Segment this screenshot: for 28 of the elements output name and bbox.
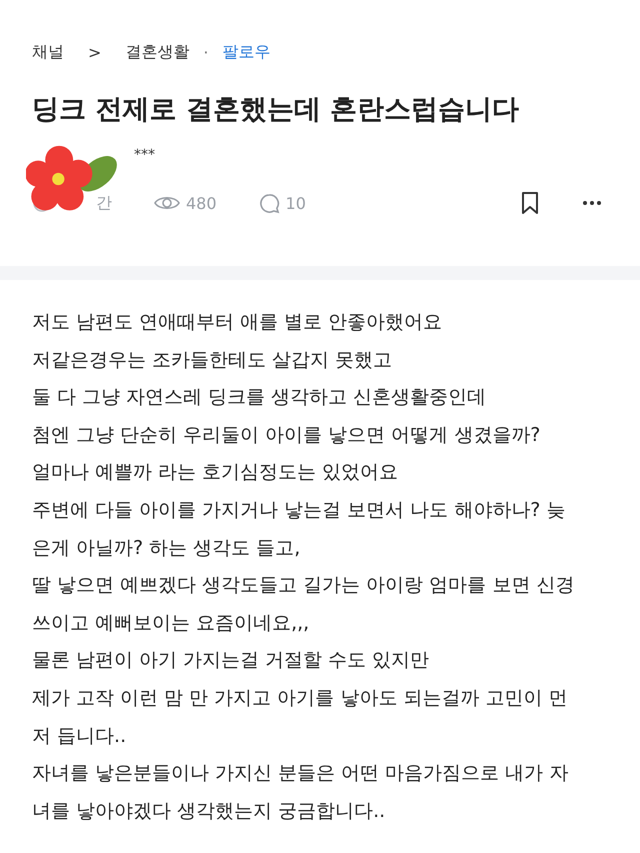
body-text-line: 자녀를 낳은분들이나 가지신 분들은 어떤 마음가짐으로 내가 자: [32, 761, 570, 786]
body-text-line: 제가 고작 이런 맘 만 가지고 아기를 낳아도 되는걸까 고민이 먼: [32, 686, 568, 711]
author-name: ***: [134, 147, 155, 163]
breadcrumb-link[interactable]: 결혼생활: [125, 42, 190, 62]
body-text-line: 저도 남편도 연애때부터 애를 별로 안좋아했어요: [32, 310, 444, 335]
body-text-line: 둘 다 그냥 자연스레 딩크를 생각하고 신혼생활중인데: [32, 385, 488, 410]
breadcrumb-link[interactable]: 채널: [32, 42, 64, 62]
eye-icon: [154, 194, 180, 212]
body-text-line: 주변에 다들 아이를 가지거나 낳는걸 보면서 나도 해야하나? 늦: [32, 498, 566, 523]
follow-link[interactable]: 팔로우: [222, 42, 270, 62]
dot-separator: ·: [203, 42, 208, 62]
post-time: 간: [96, 192, 112, 214]
bookmark-icon[interactable]: [520, 191, 540, 215]
body-text-line: 녀를 낳아야겠다 생각했는지 궁금합니다..: [32, 798, 386, 824]
body-text-line: 저 듭니다..: [32, 724, 128, 749]
body-text-line: 딸 낳으면 예쁘겠다 생각도들고 길가는 아이랑 엄마를 보면 신경: [32, 573, 576, 598]
comment-count: 10: [286, 194, 306, 212]
view-count: 480: [186, 194, 217, 212]
breadcrumb-separator: >: [88, 42, 102, 62]
body-text-line: 물론 남편이 아기 가지는걸 거절할 수도 있지만: [32, 648, 430, 674]
post-title: 딩크 전제로 결혼했는데 혼란스럽습니다: [32, 93, 520, 127]
comment-icon: [258, 192, 280, 214]
body-text-line: 첨엔 그냥 단순히 우리둘이 아이를 낳으면 어떻게 생겼을까?: [32, 422, 542, 448]
body-text-line: 쓰이고 예뻐보이는 요즘이네요,,,: [32, 610, 310, 636]
more-icon[interactable]: [582, 200, 602, 206]
body-text-line: 얼마나 예쁠까 라는 호기심정도는 있었어요: [32, 460, 400, 486]
body-text-line: 저같은경우는 조카들한테도 살갑지 못했고: [32, 348, 394, 373]
body-text-line: 은게 아닐까? 하는 생각도 들고,: [32, 536, 302, 561]
